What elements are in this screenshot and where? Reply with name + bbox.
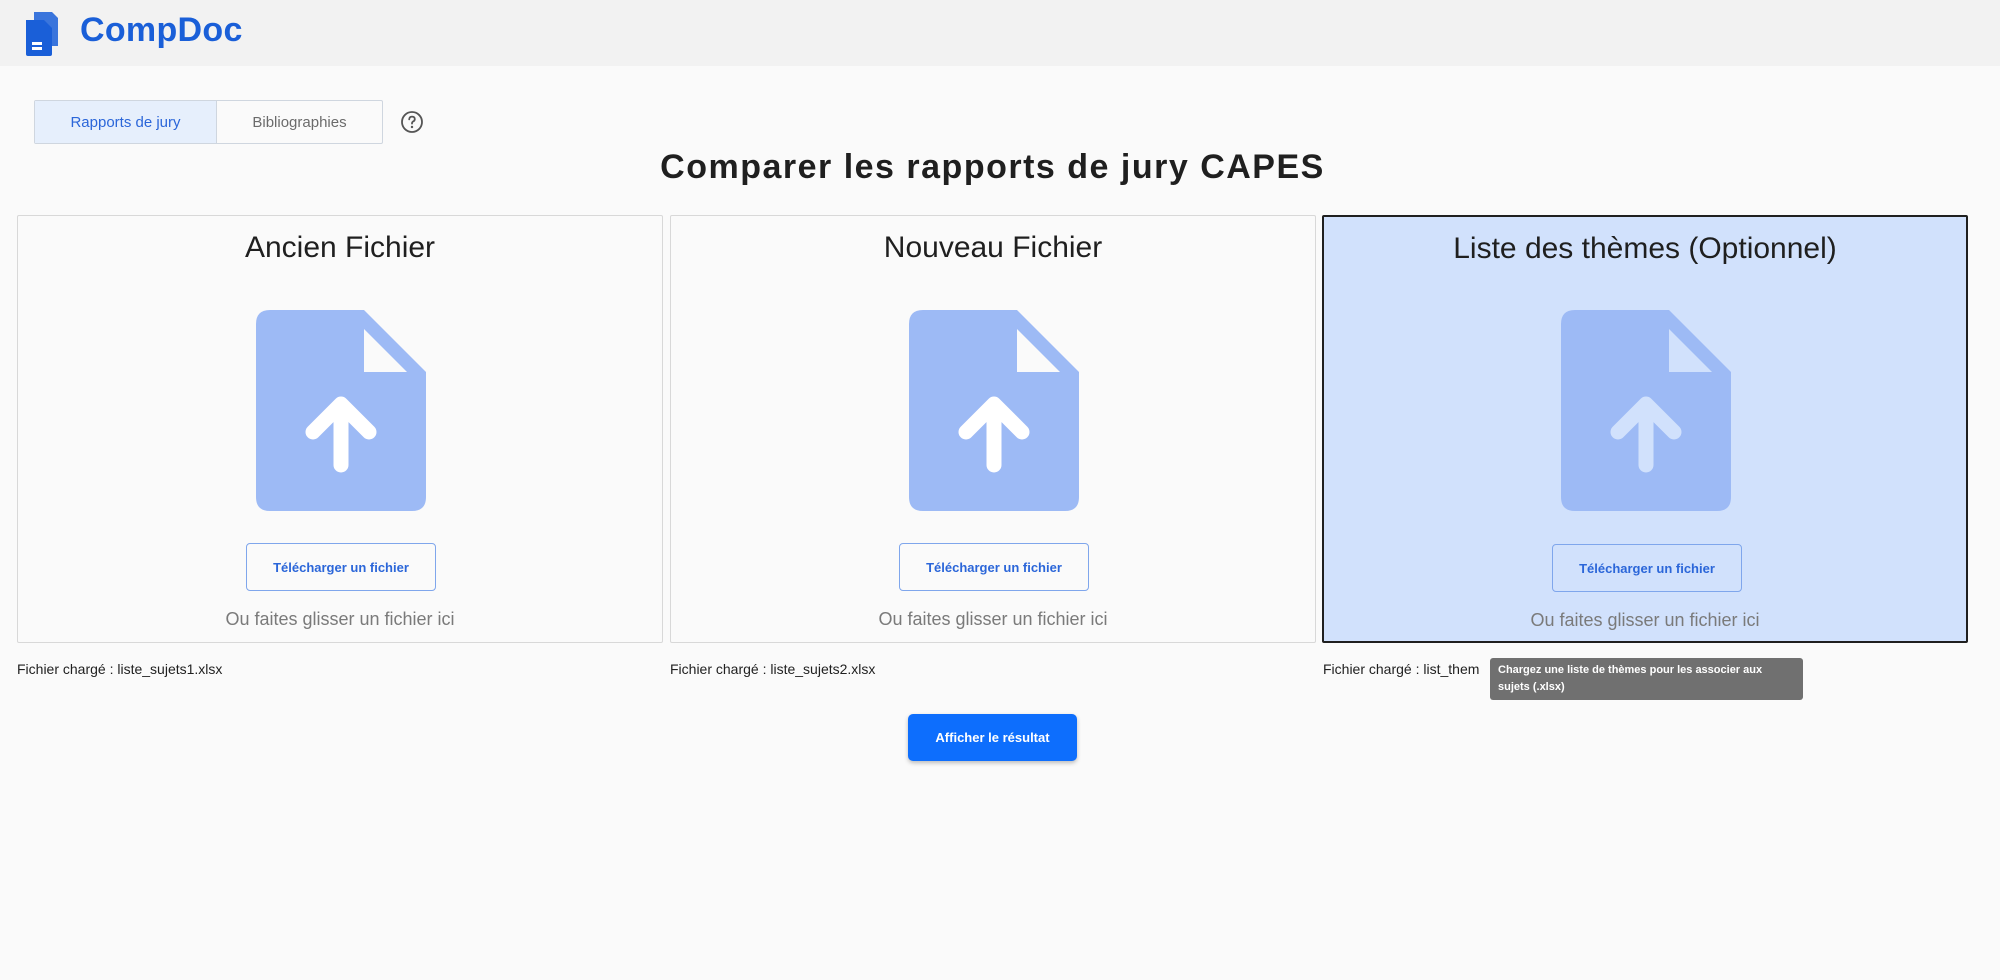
- card-title: Nouveau Fichier: [883, 231, 1103, 264]
- loaded-file-label: Fichier chargé : liste_sujets2.xlsx: [670, 661, 876, 677]
- themes-list-dropzone[interactable]: Liste des thèmes (Optionnel) Télécharger…: [1322, 215, 1968, 643]
- upload-file-button[interactable]: Télécharger un fichier: [899, 543, 1089, 591]
- top-bar: CompDoc: [0, 0, 2000, 66]
- upload-file-button[interactable]: Télécharger un fichier: [1552, 544, 1742, 592]
- old-file-dropzone[interactable]: Ancien Fichier Télécharger un fichier Ou…: [17, 215, 663, 643]
- drop-hint: Ou faites glisser un fichier ici: [225, 609, 455, 629]
- tab-rapports-de-jury[interactable]: Rapports de jury: [35, 101, 217, 143]
- drop-hint: Ou faites glisser un fichier ici: [1530, 610, 1760, 630]
- new-file-dropzone[interactable]: Nouveau Fichier Télécharger un fichier O…: [670, 215, 1316, 643]
- loaded-file-label: Fichier chargé : list_them: [1323, 661, 1480, 677]
- app-name[interactable]: CompDoc: [80, 11, 243, 50]
- loaded-file-label: Fichier chargé : liste_sujets1.xlsx: [17, 661, 223, 677]
- document-stack-icon[interactable]: [24, 12, 62, 56]
- drop-hint: Ou faites glisser un fichier ici: [878, 609, 1108, 629]
- tab-bar: Rapports de jury Bibliographies: [34, 100, 383, 144]
- upload-file-button[interactable]: Télécharger un fichier: [246, 543, 436, 591]
- card-title: Ancien Fichier: [244, 231, 436, 264]
- help-circle-icon[interactable]: [400, 110, 424, 134]
- themes-tooltip: Chargez une liste de thèmes pour les ass…: [1490, 658, 1803, 700]
- file-upload-icon: [256, 310, 426, 511]
- file-upload-icon: [1561, 310, 1731, 511]
- page-title: Comparer les rapports de jury CAPES: [660, 148, 1325, 186]
- show-result-button[interactable]: Afficher le résultat: [908, 714, 1077, 761]
- file-upload-icon: [909, 310, 1079, 511]
- tab-bibliographies[interactable]: Bibliographies: [217, 101, 382, 143]
- card-title: Liste des thèmes (Optionnel): [1453, 232, 1837, 265]
